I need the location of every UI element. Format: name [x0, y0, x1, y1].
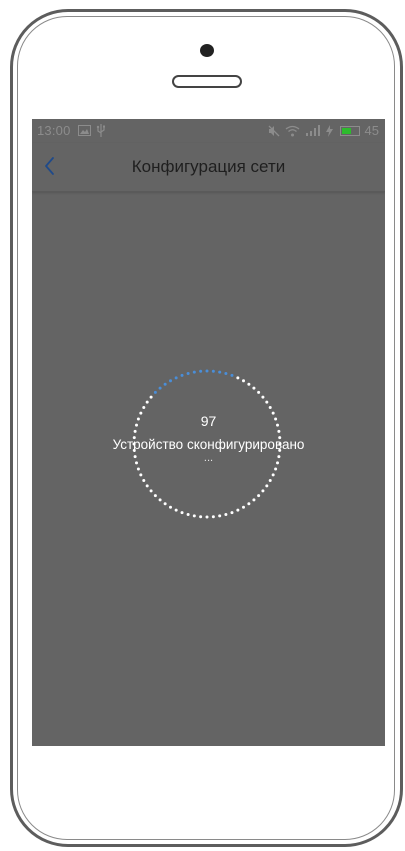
progress-dot-accent [158, 386, 162, 390]
progress-dot [145, 484, 149, 488]
progress-dot-accent [211, 369, 215, 373]
progress-dot [236, 508, 240, 512]
progress-dot [169, 505, 172, 509]
progress-dot [174, 508, 178, 512]
earpiece-speaker-icon [172, 75, 242, 88]
progress-dot [236, 376, 240, 380]
progress-dot [257, 390, 261, 394]
progress-dot [139, 473, 143, 477]
progress-dot-accent [218, 370, 222, 374]
progress-dot [192, 514, 196, 518]
progress-dot [242, 379, 245, 383]
status-bar: 13:00 45 [32, 119, 385, 143]
battery-level: 45 [364, 123, 379, 138]
progress-dot-accent [174, 376, 178, 380]
progress-dot [153, 494, 157, 498]
progress-dot [277, 429, 281, 433]
progress-dot [247, 502, 251, 506]
progress-dot [261, 489, 265, 493]
progress-dot [211, 515, 215, 519]
progress-dot [163, 502, 167, 506]
progress-dot [271, 473, 275, 477]
progress-dot [252, 498, 256, 502]
progress-dot [265, 484, 269, 488]
progress-dot [261, 395, 265, 399]
progress-value: 97 [200, 413, 217, 429]
progress-dot-accent [180, 373, 184, 377]
progress-dot [230, 511, 234, 515]
progress-dot [268, 406, 272, 409]
usb-icon [96, 124, 105, 137]
progress-dot-accent [186, 371, 190, 375]
progress-dot [136, 467, 140, 471]
progress-dot [257, 494, 261, 498]
progress-dot [252, 386, 256, 390]
progress-dot [145, 400, 149, 404]
nav-bar: Конфигурация сети [32, 143, 385, 192]
progress-dot [224, 513, 228, 517]
progress-dot [149, 395, 153, 399]
progress-dot [186, 513, 190, 517]
progress-dot [133, 429, 137, 433]
wifi-icon [285, 125, 299, 136]
image-notification-icon [78, 125, 91, 136]
status-time: 13:00 [37, 123, 71, 138]
progress-dot-accent [169, 379, 172, 383]
progress-dot [158, 498, 162, 502]
progress-dot [274, 467, 278, 471]
signal-icon [305, 124, 320, 136]
front-camera-icon [200, 44, 214, 57]
progress-dot-accent [205, 369, 209, 373]
progress-dot [218, 514, 222, 518]
app-screen: 13:00 45 Конфигурация сети 97 Устройство… [32, 119, 385, 746]
progress-status-text: Устройство сконфигурировано [112, 437, 305, 452]
progress-dot [180, 511, 184, 515]
progress-dot [149, 489, 153, 493]
mute-icon [268, 125, 279, 136]
charging-icon [325, 124, 333, 137]
progress-dot [142, 406, 146, 409]
progress-dot-accent [153, 390, 157, 394]
progress-dot-accent [224, 371, 228, 375]
progress-ellipsis: ... [203, 452, 214, 464]
progress-dot [142, 479, 146, 482]
progress-dot [205, 515, 209, 519]
progress-dot-accent [199, 369, 203, 373]
progress-dot-accent [163, 382, 167, 386]
page-title: Конфигурация сети [131, 157, 286, 176]
progress-dot [242, 505, 245, 509]
progress-dot-accent [192, 370, 196, 374]
battery-fill [341, 127, 351, 134]
progress-dot-accent [230, 373, 234, 377]
progress-dot [268, 479, 272, 482]
progress-dot [265, 400, 269, 404]
progress-dot [199, 515, 203, 519]
battery-icon [339, 125, 360, 136]
progress-dot [247, 382, 251, 386]
